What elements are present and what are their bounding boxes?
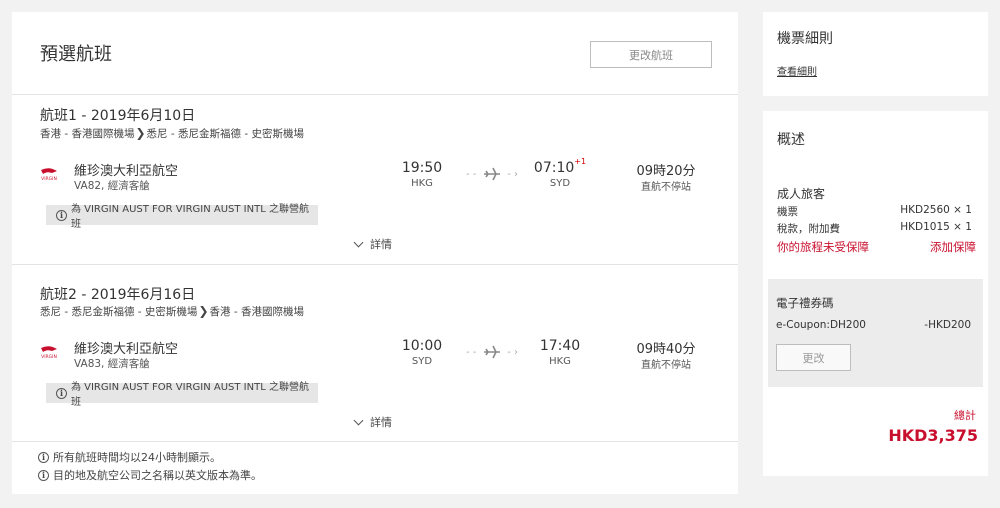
leg-2-details-toggle[interactable]: 詳情 [353,414,392,430]
coupon-name: e-Coupon:DH200 [776,319,866,331]
chevron-down-icon [353,415,364,425]
total-price: HKD3,375 [888,426,978,445]
divider [12,94,738,95]
leg-2-flight-info: VA83, 經濟客艙 [74,358,150,370]
coupon-title: 電子禮券碼 [776,296,834,310]
leg-2-title: 航班2 - 2019年6月16日 [40,287,196,303]
leg-1-depart-code: HKG [411,178,433,189]
logo-text: VIRGIN [41,176,57,182]
leg-2-arrive-code: HKG [549,356,571,367]
codeshare-text: 為 VIRGIN AUST FOR VIRGIN AUST INTL 之聯營航班 [70,382,309,408]
note-24h: i 所有航班時間均以24小時制顯示。 [38,449,221,465]
tax-label: 稅款，附加費 [777,223,840,235]
leg-2-arrive-time: 17:40 [539,338,581,354]
leg-1-stops: 直航不停站 [641,182,691,193]
info-icon: i [38,469,49,481]
route-destination: 香港 - 香港國際機場 [209,306,304,318]
leg-1-arrive-code: SYD [549,178,571,189]
leg-1-duration: 09時20分 [636,164,696,179]
leg-2-airline: 維珍澳大利亞航空 [74,342,179,357]
virgin-australia-logo: VIRGIN [41,346,57,360]
logo-text: VIRGIN [41,354,57,360]
note-english-names: i 目的地及航空公司之名稱以英文版本為準。 [38,467,262,483]
codeshare-text: 為 VIRGIN AUST FOR VIRGIN AUST INTL 之聯營航班 [70,204,309,230]
leg-2-flight-path: - - - › [466,345,518,359]
leg-2-codeshare-notice: i為 VIRGIN AUST FOR VIRGIN AUST INTL 之聯營航… [46,382,318,408]
view-fare-rules-link[interactable]: 查看細則 [777,63,817,78]
tax-value: HKD1015 × 1 [900,221,972,233]
fare-rules-panel: 機票細則 查看細則 [763,12,988,96]
ticket-label: 機票 [777,206,798,218]
route-arrow-icon: ❯ [135,126,146,140]
leg-1-flight-path: - - - › [466,167,518,181]
day-offset-badge: +1 [574,157,587,166]
total-label: 總計 [954,409,976,422]
leg-1-flight-info: VA82, 經濟客艙 [74,180,150,192]
selected-flights-panel: 預選航班 更改航班 航班1 - 2019年6月10日 香港 - 香港國際機場❯悉… [12,12,738,494]
leg-1-depart-time: 19:50 [401,160,443,176]
fare-rules-title: 機票細則 [777,31,833,47]
leg-1-details-toggle[interactable]: 詳情 [353,236,392,252]
leg-2-depart-time: 10:00 [401,338,443,354]
info-icon: i [56,209,67,221]
summary-title: 概述 [777,132,805,148]
route-arrow-icon: ❯ [198,304,209,318]
coupon-value: -HKD200 [924,319,971,331]
add-insurance-link[interactable]: 添加保障 [930,239,976,255]
leg-2-route: 悉尼 - 悉尼金斯福德 - 史密斯機場❯香港 - 香港國際機場 [40,304,304,319]
insurance-warning: 你的旅程未受保障 [777,240,869,254]
leg-1-route: 香港 - 香港國際機場❯悉尼 - 悉尼金斯福德 - 史密斯機場 [40,126,304,141]
leg-1-arrive-time: 07:10+1 [530,157,590,176]
arrive-time-value: 07:10 [533,160,575,176]
route-origin: 悉尼 - 悉尼金斯福德 - 史密斯機場 [40,306,198,318]
page-title: 預選航班 [40,44,112,65]
airplane-icon [483,167,500,181]
leg-1-codeshare-notice: i為 VIRGIN AUST FOR VIRGIN AUST INTL 之聯營航… [46,204,318,230]
route-origin: 香港 - 香港國際機場 [40,128,135,140]
chevron-down-icon [353,237,364,247]
leg-2-stops: 直航不停站 [641,360,691,371]
summary-panel: 概述 成人旅客 機票 HKD2560 × 1 稅款，附加費 HKD1015 × … [763,111,988,476]
coupon-section: 電子禮券碼 e-Coupon:DH200 -HKD200 更改 [768,279,983,387]
airplane-icon [483,345,500,359]
route-destination: 悉尼 - 悉尼金斯福德 - 史密斯機場 [146,128,304,140]
details-label: 詳情 [370,238,392,251]
leg-2-depart-code: SYD [411,356,433,367]
details-label: 詳情 [370,416,392,429]
passenger-type: 成人旅客 [777,187,826,201]
divider [12,441,738,442]
virgin-australia-logo: VIRGIN [41,168,57,182]
ticket-value: HKD2560 × 1 [900,204,972,216]
change-coupon-button[interactable]: 更改 [776,344,851,371]
leg-1-airline: 維珍澳大利亞航空 [74,164,179,179]
leg-2-duration: 09時40分 [636,342,696,357]
note-text: 目的地及航空公司之名稱以英文版本為準。 [53,469,262,482]
leg-1-title: 航班1 - 2019年6月10日 [40,108,196,124]
change-flight-button[interactable]: 更改航班 [590,41,712,68]
info-icon: i [56,387,67,399]
info-icon: i [38,451,49,463]
note-text: 所有航班時間均以24小時制顯示。 [53,451,221,464]
divider [12,264,738,265]
